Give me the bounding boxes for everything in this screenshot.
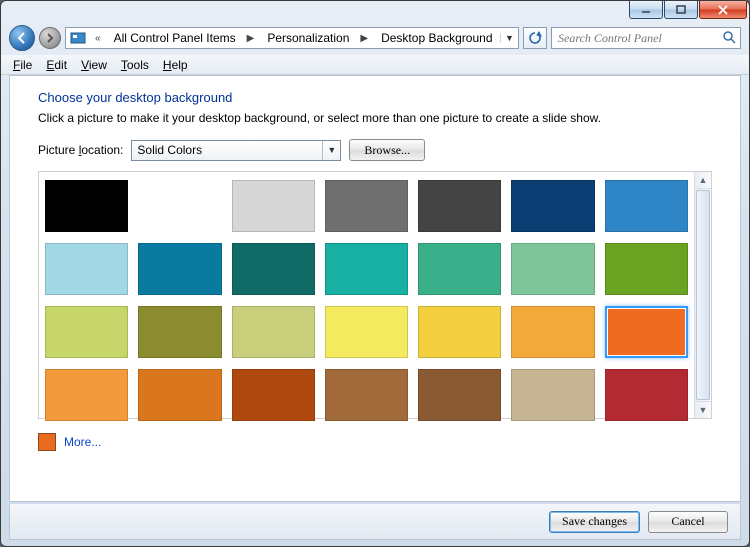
- picture-location-value: Solid Colors: [137, 143, 202, 157]
- color-swatch[interactable]: [418, 243, 501, 295]
- cancel-button[interactable]: Cancel: [648, 511, 728, 533]
- picture-location-label: Picture location:: [38, 143, 123, 157]
- chevron-down-icon: ▼: [322, 141, 340, 160]
- close-button[interactable]: [699, 1, 747, 19]
- navigation-bar: « All Control Panel Items ▶ Personalizat…: [1, 21, 749, 55]
- color-swatch[interactable]: [138, 369, 221, 421]
- menu-bar: File Edit View Tools Help: [1, 55, 749, 75]
- menu-edit[interactable]: Edit: [40, 57, 73, 73]
- back-button[interactable]: [9, 25, 35, 51]
- refresh-button[interactable]: [523, 27, 547, 49]
- color-swatch[interactable]: [138, 243, 221, 295]
- breadcrumb-overflow[interactable]: «: [90, 33, 106, 44]
- color-swatch[interactable]: [418, 369, 501, 421]
- breadcrumb-item[interactable]: Personalization: [259, 28, 355, 48]
- breadcrumb-item[interactable]: All Control Panel Items: [106, 28, 242, 48]
- color-swatch[interactable]: [418, 180, 501, 232]
- menu-tools[interactable]: Tools: [115, 57, 155, 73]
- save-changes-button[interactable]: Save changes: [549, 511, 640, 533]
- scrollbar[interactable]: ▲ ▼: [694, 172, 711, 418]
- color-swatch[interactable]: [232, 369, 315, 421]
- color-swatch[interactable]: [511, 369, 594, 421]
- breadcrumb-item[interactable]: Desktop Background: [373, 28, 498, 48]
- chevron-right-icon: ▶: [242, 33, 260, 44]
- maximize-button[interactable]: [664, 1, 698, 19]
- forward-button[interactable]: [39, 27, 61, 49]
- breadcrumb[interactable]: « All Control Panel Items ▶ Personalizat…: [65, 27, 519, 49]
- more-colors-row: More...: [38, 433, 712, 451]
- page-subtitle: Click a picture to make it your desktop …: [38, 111, 712, 125]
- chevron-right-icon: ▶: [355, 33, 373, 44]
- color-swatch[interactable]: [605, 243, 688, 295]
- color-swatch[interactable]: [45, 243, 128, 295]
- color-swatch[interactable]: [511, 243, 594, 295]
- browse-button[interactable]: Browse...: [349, 139, 425, 161]
- color-swatch[interactable]: [605, 180, 688, 232]
- scroll-down-button[interactable]: ▼: [695, 401, 711, 418]
- scroll-thumb[interactable]: [696, 190, 710, 400]
- color-swatch[interactable]: [325, 180, 408, 232]
- color-swatch[interactable]: [45, 306, 128, 358]
- menu-help[interactable]: Help: [157, 57, 194, 73]
- color-palette: [39, 172, 694, 418]
- color-swatch[interactable]: [511, 180, 594, 232]
- color-palette-panel: ▲ ▼: [38, 171, 712, 419]
- location-icon: [66, 28, 90, 48]
- color-swatch[interactable]: [605, 369, 688, 421]
- color-swatch[interactable]: [605, 306, 688, 358]
- color-swatch[interactable]: [325, 306, 408, 358]
- search-icon[interactable]: [718, 30, 740, 47]
- breadcrumb-dropdown[interactable]: ▼: [500, 33, 518, 43]
- menu-file[interactable]: File: [7, 57, 38, 73]
- color-swatch[interactable]: [325, 369, 408, 421]
- color-swatch[interactable]: [232, 306, 315, 358]
- content-pane: Choose your desktop background Click a p…: [9, 75, 741, 502]
- color-swatch[interactable]: [45, 369, 128, 421]
- picture-location-row: Picture location: Solid Colors ▼ Browse.…: [38, 139, 712, 161]
- scroll-up-button[interactable]: ▲: [695, 172, 711, 189]
- color-swatch[interactable]: [232, 180, 315, 232]
- color-swatch[interactable]: [138, 306, 221, 358]
- current-color-swatch: [38, 433, 56, 451]
- color-swatch[interactable]: [418, 306, 501, 358]
- color-swatch[interactable]: [45, 180, 128, 232]
- search-input[interactable]: [552, 31, 718, 46]
- menu-view[interactable]: View: [75, 57, 113, 73]
- window-frame: « All Control Panel Items ▶ Personalizat…: [0, 0, 750, 547]
- titlebar: [1, 1, 749, 21]
- color-swatch[interactable]: [511, 306, 594, 358]
- color-swatch[interactable]: [232, 243, 315, 295]
- page-title: Choose your desktop background: [38, 90, 712, 105]
- search-box[interactable]: [551, 27, 741, 49]
- more-colors-link[interactable]: More...: [64, 435, 101, 449]
- footer-bar: Save changes Cancel: [9, 504, 741, 540]
- picture-location-combo[interactable]: Solid Colors ▼: [131, 140, 341, 161]
- color-swatch[interactable]: [325, 243, 408, 295]
- minimize-button[interactable]: [629, 1, 663, 19]
